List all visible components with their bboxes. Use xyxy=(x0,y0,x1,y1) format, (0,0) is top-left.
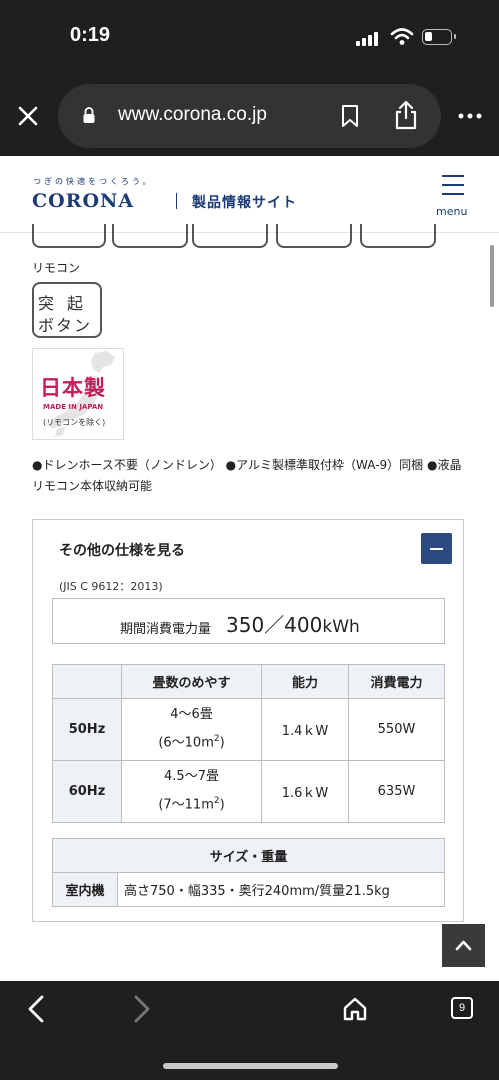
table-header-row: サイズ・重量 xyxy=(52,838,445,873)
minus-icon xyxy=(430,548,443,550)
feature-badge xyxy=(360,224,436,248)
forward-arrow-icon[interactable] xyxy=(132,995,152,1023)
cellular-signal-icon xyxy=(356,30,382,46)
back-arrow-icon[interactable] xyxy=(26,995,46,1023)
raised-button-badge-line1: 突起 xyxy=(38,294,97,313)
table-header-cell: 能力 xyxy=(261,664,349,699)
brand-tagline: つぎの快適をつくろう。 xyxy=(33,177,154,186)
back-to-top-button[interactable] xyxy=(442,924,485,967)
floor-area: (7〜11m2) xyxy=(122,789,261,817)
indoor-unit-size-value: 高さ750・幅335・奥行240mm/質量21.5kg xyxy=(117,872,445,907)
size-weight-table: サイズ・重量 室内機 高さ750・幅335・奥行240mm/質量21.5kg xyxy=(52,838,445,907)
tab-count-button[interactable]: 9 xyxy=(451,997,473,1019)
table-header-row: 畳数のめやす 能力 消費電力 xyxy=(52,664,445,699)
lock-icon xyxy=(83,107,95,123)
table-header-cell: 畳数のめやす xyxy=(121,664,262,699)
more-options-icon[interactable] xyxy=(458,112,482,120)
made-in-japan-title: 日本製 xyxy=(40,376,106,400)
menu-label[interactable]: menu xyxy=(436,205,467,218)
close-icon[interactable] xyxy=(18,106,38,126)
indoor-unit-label: 室内機 xyxy=(52,872,118,907)
raised-button-badge-line2: ボタン xyxy=(38,316,93,335)
energy-value-number: 350／400 xyxy=(226,613,323,637)
battery-icon xyxy=(422,29,456,45)
capacity-cell: 1.4ｋW xyxy=(261,698,349,761)
tatami-count: 4〜6畳 xyxy=(170,707,213,723)
energy-value-unit: kWh xyxy=(322,617,360,637)
chevron-up-icon xyxy=(455,940,472,951)
table-row: 60Hz 4.5〜7畳 (7〜11m2) 1.6ｋW 635W xyxy=(52,760,445,823)
collapse-button[interactable] xyxy=(421,533,452,564)
feature-badge xyxy=(276,224,352,248)
floor-area-close: ) xyxy=(219,735,225,751)
made-in-japan-note: (リモコンを除く) xyxy=(43,418,106,427)
home-indicator xyxy=(163,1063,338,1069)
tatami-count: 4.5〜7畳 xyxy=(164,769,219,785)
tatami-cell: 4.5〜7畳 (7〜11m2) xyxy=(121,760,262,823)
remote-label: リモコン xyxy=(32,261,81,275)
table-header-cell xyxy=(52,664,122,699)
scrollbar-thumb[interactable] xyxy=(490,245,494,307)
floor-area-close: ) xyxy=(219,797,225,813)
table-header-cell: 消費電力 xyxy=(348,664,445,699)
hamburger-menu-icon[interactable] xyxy=(442,175,464,195)
feature-badge xyxy=(32,224,106,248)
feature-badge xyxy=(192,224,268,248)
site-section-title[interactable]: 製品情報サイト xyxy=(192,192,297,212)
table-row: 50Hz 4〜6畳 (6〜10m2) 1.4ｋW 550W xyxy=(52,698,445,761)
feature-badge xyxy=(112,224,188,248)
share-icon[interactable] xyxy=(394,100,418,130)
floor-area: (6〜10m2) xyxy=(122,727,261,755)
header-divider xyxy=(176,193,177,209)
brand-logo[interactable]: CORONA xyxy=(32,190,134,212)
home-icon[interactable] xyxy=(342,996,368,1022)
size-weight-title: サイズ・重量 xyxy=(52,838,445,873)
energy-consumption-value: 350／400kWh xyxy=(226,609,360,638)
capacity-cell: 1.6ｋW xyxy=(261,760,349,823)
url-text: www.corona.co.jp xyxy=(118,104,267,125)
status-time: 0:19 xyxy=(70,24,111,46)
floor-area-text: (7〜11m xyxy=(158,797,214,813)
wifi-icon xyxy=(390,28,414,45)
frequency-spec-table: 畳数のめやす 能力 消費電力 50Hz 4〜6畳 (6〜10m2) 1.4ｋW … xyxy=(52,664,445,823)
bookmark-icon[interactable] xyxy=(341,104,359,128)
table-row: 室内機 高さ750・幅335・奥行240mm/質量21.5kg xyxy=(52,872,445,907)
spec-heading[interactable]: その他の仕様を見る xyxy=(59,540,185,560)
power-cell: 550W xyxy=(348,698,445,761)
frequency-cell: 50Hz xyxy=(52,698,122,761)
feature-list-text: ●ドレンホース不要（ノンドレン） ●アルミ製標準取付枠（WA-9）同梱 ●液晶リ… xyxy=(32,458,462,493)
floor-area-text: (6〜10m xyxy=(158,735,214,751)
frequency-cell: 60Hz xyxy=(52,760,122,823)
energy-consumption-label: 期間消費電力量 xyxy=(120,622,212,637)
jis-standard-note: (JIS C 9612：2013) xyxy=(59,580,163,593)
power-cell: 635W xyxy=(348,760,445,823)
made-in-japan-subtitle: MADE IN JAPAN xyxy=(43,403,104,411)
tatami-cell: 4〜6畳 (6〜10m2) xyxy=(121,698,262,761)
